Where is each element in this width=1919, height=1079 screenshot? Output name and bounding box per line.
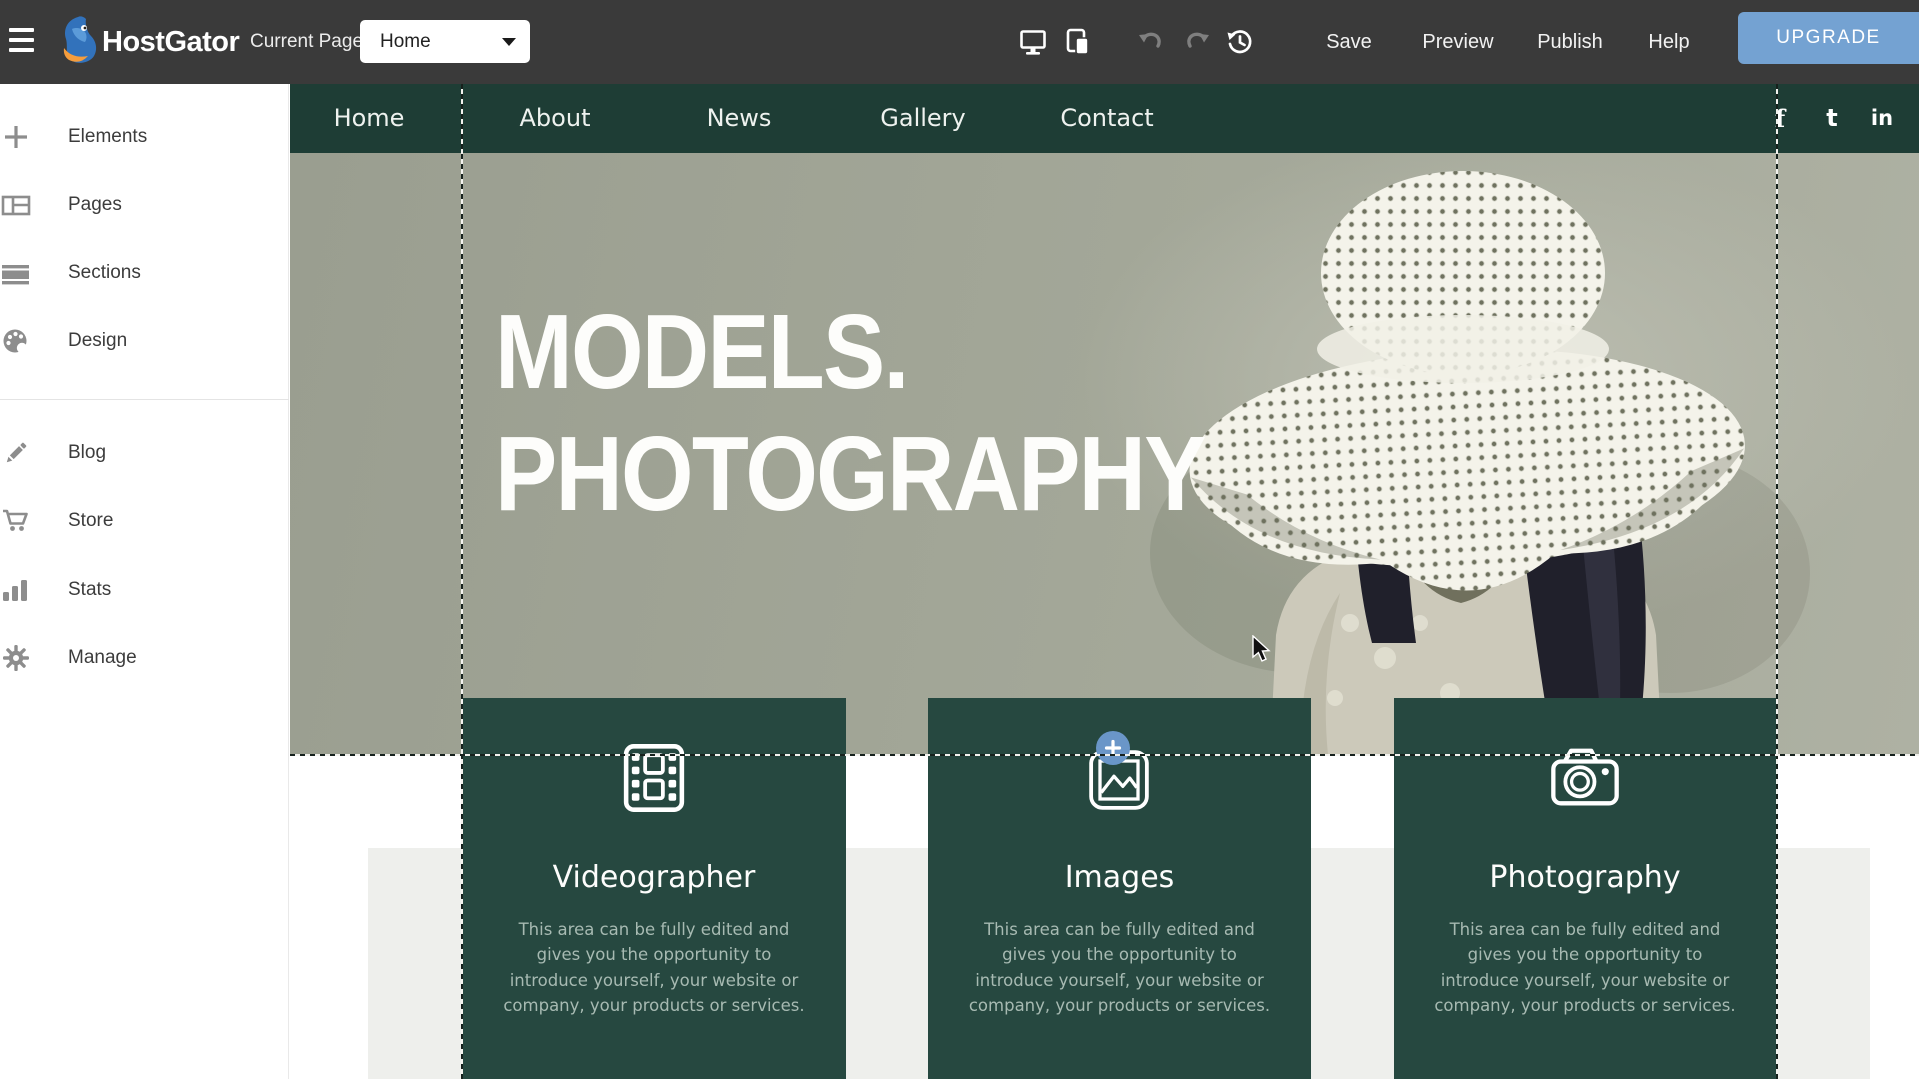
card-videographer[interactable]: Videographer This area can be fully edit…	[462, 698, 846, 1079]
bar-chart-icon	[1, 575, 31, 605]
plus-icon	[1, 122, 31, 152]
gear-icon	[1, 643, 31, 673]
sidebar-item-label: Store	[68, 501, 113, 541]
pencil-icon	[1, 438, 31, 468]
card-images[interactable]: Images This area can be fully edited and…	[928, 698, 1311, 1079]
card-photography[interactable]: Photography This area can be fully edite…	[1394, 698, 1776, 1079]
builder-sidebar: Elements Pages Sections Design	[0, 84, 289, 1079]
help-button[interactable]: Help	[1648, 0, 1689, 84]
hero-title-line1: MODELS.	[495, 291, 908, 413]
site-navbar: Home About News Gallery Contact f t in	[290, 84, 1919, 153]
sidebar-item-label: Manage	[68, 638, 137, 678]
current-page-label: Current Page:	[250, 0, 368, 84]
sidebar-item-stats[interactable]: Stats	[0, 570, 289, 610]
sidebar-item-design[interactable]: Design	[0, 321, 289, 361]
card-body: This area can be fully edited and gives …	[965, 917, 1275, 1019]
site-nav-gallery[interactable]: Gallery	[880, 84, 965, 153]
hero-model-photo	[1150, 153, 1919, 755]
preview-button[interactable]: Preview	[1422, 0, 1493, 84]
linkedin-icon[interactable]: in	[1871, 84, 1893, 153]
pages-icon	[1, 190, 31, 220]
upgrade-button[interactable]: UPGRADE	[1738, 12, 1919, 64]
hostgator-builder-window: HostGator Current Page: Home Save P	[0, 0, 1919, 1079]
add-image-badge-icon[interactable]	[1096, 731, 1130, 765]
site-canvas: Home About News Gallery Contact f t in	[290, 84, 1919, 1079]
sidebar-item-elements[interactable]: Elements	[0, 117, 289, 157]
card-title: Images	[1065, 860, 1175, 895]
mobile-view-icon[interactable]	[1063, 27, 1093, 57]
sections-icon	[1, 258, 31, 288]
sidebar-item-pages[interactable]: Pages	[0, 185, 289, 225]
card-body: This area can be fully edited and gives …	[499, 917, 809, 1019]
redo-icon[interactable]	[1182, 27, 1212, 57]
site-nav-news[interactable]: News	[707, 84, 772, 153]
site-nav-home[interactable]: Home	[334, 84, 405, 153]
menu-icon[interactable]	[9, 27, 35, 57]
publish-button[interactable]: Publish	[1537, 0, 1603, 84]
desktop-view-icon[interactable]	[1018, 27, 1048, 57]
sidebar-item-sections[interactable]: Sections	[0, 253, 289, 293]
page-dropdown-value: Home	[380, 20, 431, 63]
history-icon[interactable]	[1225, 27, 1255, 57]
sidebar-item-label: Elements	[68, 117, 147, 157]
sidebar-item-label: Sections	[68, 253, 141, 293]
sidebar-item-label: Design	[68, 321, 127, 361]
sidebar-item-blog[interactable]: Blog	[0, 433, 289, 473]
card-title: Videographer	[553, 860, 756, 895]
sidebar-item-store[interactable]: Store	[0, 501, 289, 541]
hero-section[interactable]: MODELS. PHOTOGRAPHY	[290, 153, 1919, 755]
facebook-icon[interactable]: f	[1775, 84, 1785, 153]
save-button[interactable]: Save	[1326, 0, 1372, 84]
top-toolbar: HostGator Current Page: Home Save P	[0, 0, 1919, 84]
sidebar-item-manage[interactable]: Manage	[0, 638, 289, 678]
twitter-icon[interactable]: t	[1826, 84, 1837, 153]
sidebar-item-label: Stats	[68, 570, 111, 610]
sidebar-item-label: Blog	[68, 433, 106, 473]
hero-title-line2: PHOTOGRAPHY	[495, 413, 1205, 535]
sidebar-item-label: Pages	[68, 185, 122, 225]
site-nav-about[interactable]: About	[520, 84, 591, 153]
site-nav-contact[interactable]: Contact	[1060, 84, 1153, 153]
brand-title: HostGator	[102, 0, 239, 84]
film-icon	[615, 740, 693, 816]
undo-icon[interactable]	[1136, 27, 1166, 57]
camera-icon	[1546, 740, 1624, 816]
hostgator-logo-icon	[58, 15, 100, 67]
card-title: Photography	[1489, 860, 1680, 895]
chevron-down-icon	[502, 38, 516, 46]
palette-icon	[1, 326, 31, 356]
page-dropdown[interactable]: Home	[360, 20, 530, 63]
cart-icon	[1, 506, 31, 536]
card-body: This area can be fully edited and gives …	[1430, 917, 1740, 1019]
sidebar-divider	[0, 399, 289, 400]
